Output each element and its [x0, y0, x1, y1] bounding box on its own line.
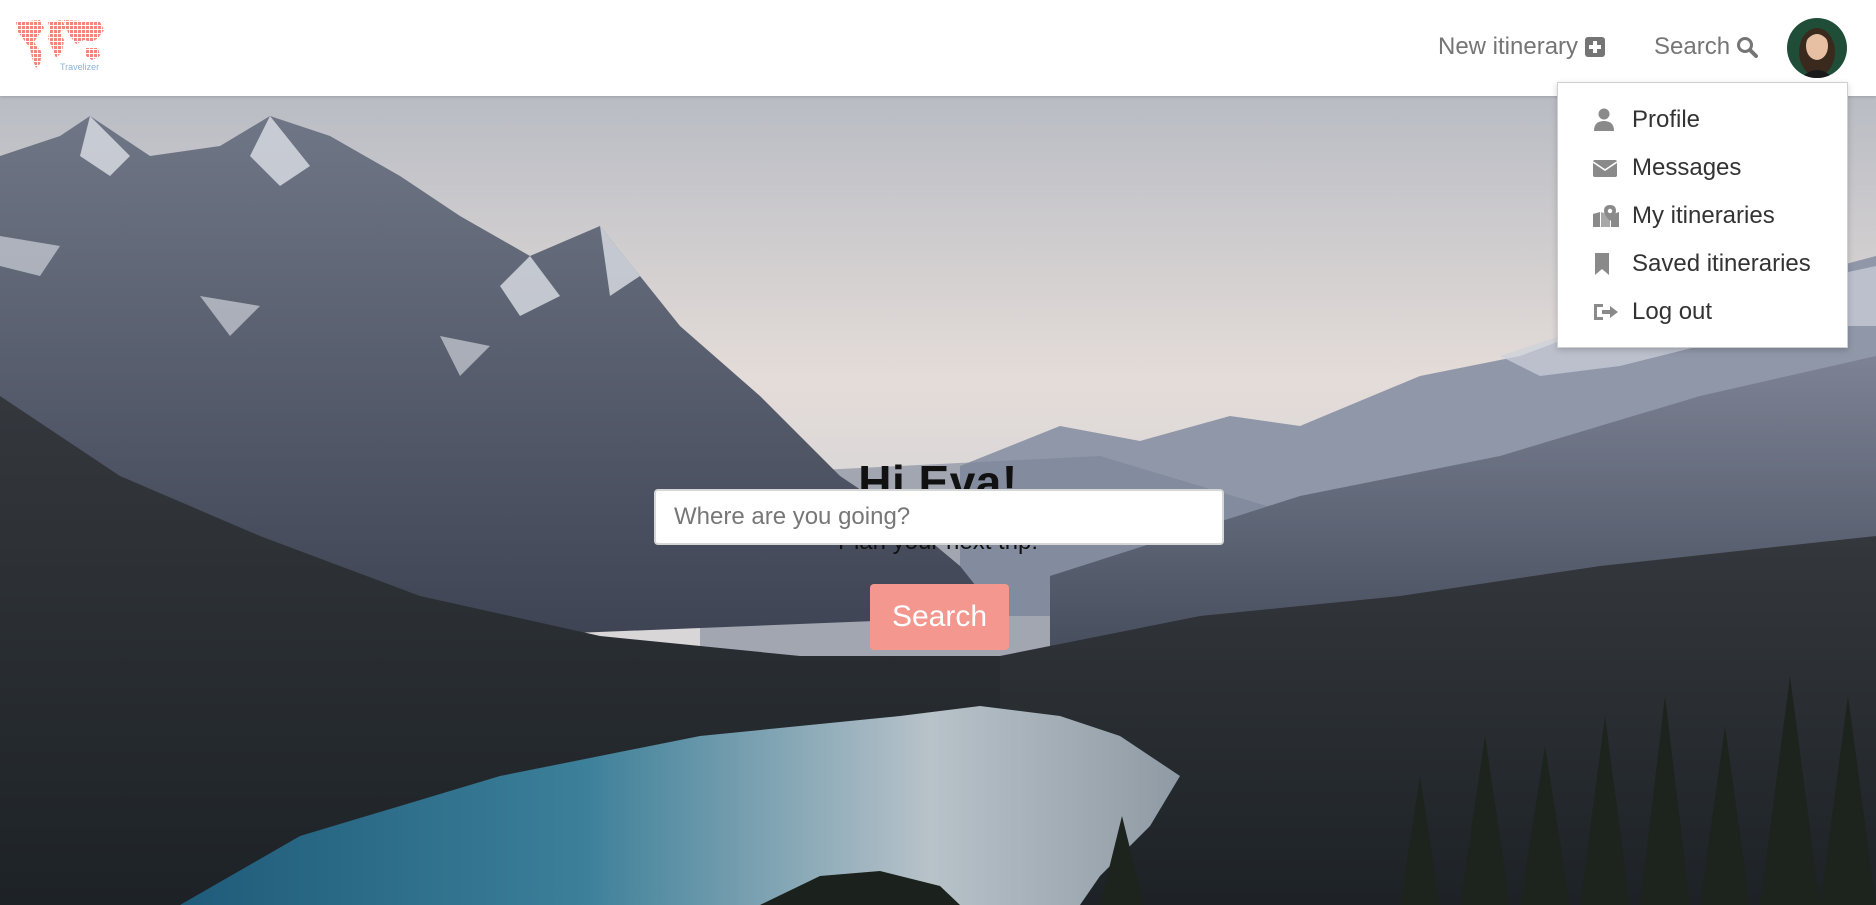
dropdown-item-messages[interactable]: Messages	[1592, 150, 1741, 186]
dropdown-item-my-itineraries[interactable]: My itineraries	[1592, 198, 1775, 234]
dropdown-item-label: Log out	[1632, 298, 1713, 325]
search-icon	[1737, 37, 1759, 58]
dropdown-item-label: Saved itineraries	[1632, 250, 1811, 277]
new-itinerary-label: New itinerary	[1438, 33, 1579, 60]
search-button[interactable]: Search	[870, 584, 1009, 650]
sign-out-icon	[1594, 304, 1618, 320]
nav-search-label: Search	[1654, 33, 1731, 60]
user-avatar[interactable]	[1787, 18, 1847, 78]
new-itinerary-link[interactable]: New itinerary	[1438, 33, 1606, 61]
nav-search-link[interactable]: Search	[1654, 33, 1759, 61]
map-marker-icon	[1593, 205, 1619, 227]
envelope-icon	[1592, 160, 1618, 177]
brand-name: Travelizer	[60, 62, 100, 72]
dropdown-item-profile[interactable]: Profile	[1592, 102, 1700, 138]
dropdown-item-saved-itineraries[interactable]: Saved itineraries	[1592, 246, 1811, 282]
avatar-photo	[1787, 18, 1847, 78]
plus-square-icon	[1585, 37, 1606, 57]
brand-logo[interactable]: Travelizer	[14, 18, 106, 72]
dropdown-item-log-out[interactable]: Log out	[1592, 294, 1712, 330]
user-icon	[1594, 108, 1614, 131]
dropdown-item-label: My itineraries	[1632, 202, 1775, 229]
bookmark-icon	[1595, 253, 1609, 275]
user-dropdown-menu: Profile Messages My itineraries Saved it…	[1557, 82, 1848, 348]
dropdown-item-label: Messages	[1632, 154, 1742, 181]
dropdown-item-label: Profile	[1632, 106, 1701, 133]
destination-search-input[interactable]	[654, 489, 1224, 545]
